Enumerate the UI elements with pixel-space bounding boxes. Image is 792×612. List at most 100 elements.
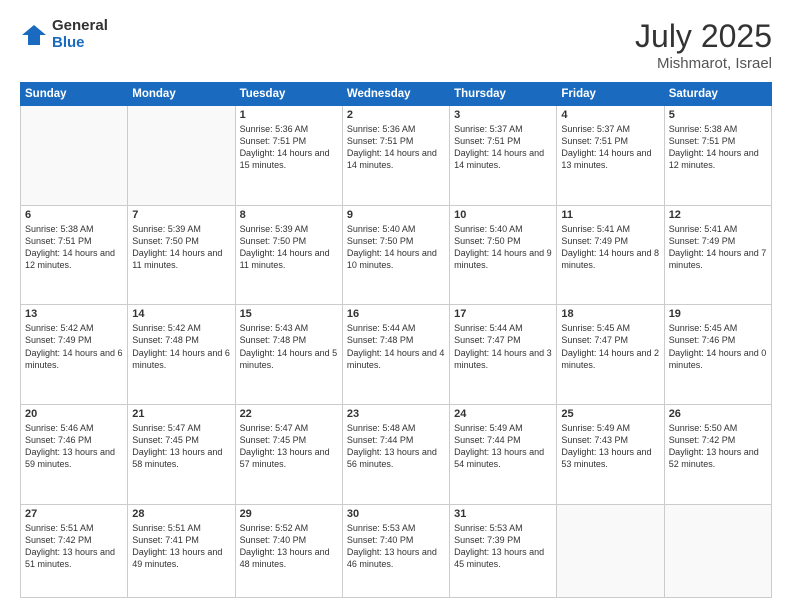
table-row: 12 Sunrise: 5:41 AM Sunset: 7:49 PM Dayli…: [664, 205, 771, 305]
table-row: 31Sunrise: 5:53 AM Sunset: 7:39 PM Dayli…: [450, 504, 557, 597]
day-number: 12: [669, 209, 767, 221]
table-row: [128, 106, 235, 206]
day-info: Sunrise: 5:46 AM Sunset: 7:46 PM Dayligh…: [25, 422, 123, 471]
table-row: 17Sunrise: 5:44 AM Sunset: 7:47 PM Dayli…: [450, 305, 557, 405]
logo: General Blue: [20, 18, 108, 51]
calendar-row: 13 Sunrise: 5:42 AM Sunset: 7:49 PM Dayli…: [21, 305, 772, 405]
table-row: [557, 504, 664, 597]
day-number: 18: [561, 308, 659, 320]
day-info: Sunrise: 5:49 AM Sunset: 7:44 PM Dayligh…: [454, 422, 552, 471]
table-row: 14 Sunrise: 5:42 AM Sunset: 7:48 PM Dayli…: [128, 305, 235, 405]
title-location: Mishmarot, Israel: [635, 55, 772, 72]
day-info: Sunrise: 5:53 AM Sunset: 7:40 PM Dayligh…: [347, 522, 445, 571]
table-row: 23Sunrise: 5:48 AM Sunset: 7:44 PM Dayli…: [342, 404, 449, 504]
table-row: 9 Sunrise: 5:40 AM Sunset: 7:50 PM Daylig…: [342, 205, 449, 305]
table-row: 26 Sunrise: 5:50 AM Sunset: 7:42 PM Dayli…: [664, 404, 771, 504]
day-info: Sunrise: 5:37 AM Sunset: 7:51 PM Dayligh…: [561, 123, 659, 172]
weekday-monday: Monday: [128, 83, 235, 106]
day-number: 16: [347, 308, 445, 320]
table-row: 19Sunrise: 5:45 AM Sunset: 7:46 PM Dayli…: [664, 305, 771, 405]
day-number: 19: [669, 308, 767, 320]
day-info: Sunrise: 5:36 AM Sunset: 7:51 PM Dayligh…: [240, 123, 338, 172]
day-number: 26: [669, 408, 767, 420]
day-info: Sunrise: 5:39 AM Sunset: 7:50 PM Dayligh…: [132, 223, 230, 272]
table-row: 7 Sunrise: 5:39 AM Sunset: 7:50 PM Daylig…: [128, 205, 235, 305]
day-number: 14: [132, 308, 230, 320]
day-info: Sunrise: 5:37 AM Sunset: 7:51 PM Dayligh…: [454, 123, 552, 172]
logo-blue-text: Blue: [52, 35, 108, 52]
day-info: Sunrise: 5:47 AM Sunset: 7:45 PM Dayligh…: [240, 422, 338, 471]
table-row: 16 Sunrise: 5:44 AM Sunset: 7:48 PM Dayli…: [342, 305, 449, 405]
day-number: 23: [347, 408, 445, 420]
day-info: Sunrise: 5:38 AM Sunset: 7:51 PM Dayligh…: [25, 223, 123, 272]
day-number: 1: [240, 109, 338, 121]
table-row: 10Sunrise: 5:40 AM Sunset: 7:50 PM Dayli…: [450, 205, 557, 305]
day-number: 6: [25, 209, 123, 221]
table-row: 13 Sunrise: 5:42 AM Sunset: 7:49 PM Dayli…: [21, 305, 128, 405]
table-row: [21, 106, 128, 206]
header: General Blue July 2025 Mishmarot, Israel: [20, 18, 772, 72]
table-row: 5 Sunrise: 5:38 AM Sunset: 7:51 PM Daylig…: [664, 106, 771, 206]
calendar-row: 6 Sunrise: 5:38 AM Sunset: 7:51 PM Daylig…: [21, 205, 772, 305]
day-number: 11: [561, 209, 659, 221]
day-number: 3: [454, 109, 552, 121]
table-row: 11 Sunrise: 5:41 AM Sunset: 7:49 PM Dayli…: [557, 205, 664, 305]
table-row: 4 Sunrise: 5:37 AM Sunset: 7:51 PM Daylig…: [557, 106, 664, 206]
day-number: 8: [240, 209, 338, 221]
day-info: Sunrise: 5:41 AM Sunset: 7:49 PM Dayligh…: [561, 223, 659, 272]
day-number: 31: [454, 508, 552, 520]
day-number: 24: [454, 408, 552, 420]
table-row: 8 Sunrise: 5:39 AM Sunset: 7:50 PM Daylig…: [235, 205, 342, 305]
day-info: Sunrise: 5:38 AM Sunset: 7:51 PM Dayligh…: [669, 123, 767, 172]
day-number: 20: [25, 408, 123, 420]
table-row: 25 Sunrise: 5:49 AM Sunset: 7:43 PM Dayli…: [557, 404, 664, 504]
table-row: 3 Sunrise: 5:37 AM Sunset: 7:51 PM Daylig…: [450, 106, 557, 206]
calendar-table: Sunday Monday Tuesday Wednesday Thursday…: [20, 82, 772, 598]
day-info: Sunrise: 5:40 AM Sunset: 7:50 PM Dayligh…: [347, 223, 445, 272]
day-number: 27: [25, 508, 123, 520]
day-info: Sunrise: 5:36 AM Sunset: 7:51 PM Dayligh…: [347, 123, 445, 172]
table-row: 20 Sunrise: 5:46 AM Sunset: 7:46 PM Dayli…: [21, 404, 128, 504]
day-number: 21: [132, 408, 230, 420]
table-row: 15Sunrise: 5:43 AM Sunset: 7:48 PM Dayli…: [235, 305, 342, 405]
day-number: 22: [240, 408, 338, 420]
table-row: 6 Sunrise: 5:38 AM Sunset: 7:51 PM Daylig…: [21, 205, 128, 305]
day-info: Sunrise: 5:39 AM Sunset: 7:50 PM Dayligh…: [240, 223, 338, 272]
title-month: July 2025: [635, 18, 772, 55]
table-row: 29Sunrise: 5:52 AM Sunset: 7:40 PM Dayli…: [235, 504, 342, 597]
table-row: 28Sunrise: 5:51 AM Sunset: 7:41 PM Dayli…: [128, 504, 235, 597]
day-number: 9: [347, 209, 445, 221]
day-info: Sunrise: 5:50 AM Sunset: 7:42 PM Dayligh…: [669, 422, 767, 471]
day-number: 13: [25, 308, 123, 320]
day-number: 4: [561, 109, 659, 121]
day-number: 5: [669, 109, 767, 121]
day-number: 29: [240, 508, 338, 520]
day-info: Sunrise: 5:45 AM Sunset: 7:47 PM Dayligh…: [561, 322, 659, 371]
day-info: Sunrise: 5:44 AM Sunset: 7:48 PM Dayligh…: [347, 322, 445, 371]
day-info: Sunrise: 5:43 AM Sunset: 7:48 PM Dayligh…: [240, 322, 338, 371]
day-number: 25: [561, 408, 659, 420]
weekday-saturday: Saturday: [664, 83, 771, 106]
day-info: Sunrise: 5:42 AM Sunset: 7:49 PM Dayligh…: [25, 322, 123, 371]
calendar-header-row: Sunday Monday Tuesday Wednesday Thursday…: [21, 83, 772, 106]
day-number: 28: [132, 508, 230, 520]
calendar-row: 20 Sunrise: 5:46 AM Sunset: 7:46 PM Dayli…: [21, 404, 772, 504]
title-block: July 2025 Mishmarot, Israel: [635, 18, 772, 72]
logo-icon: [20, 21, 48, 49]
day-number: 10: [454, 209, 552, 221]
weekday-thursday: Thursday: [450, 83, 557, 106]
table-row: 24 Sunrise: 5:49 AM Sunset: 7:44 PM Dayli…: [450, 404, 557, 504]
day-info: Sunrise: 5:47 AM Sunset: 7:45 PM Dayligh…: [132, 422, 230, 471]
day-info: Sunrise: 5:42 AM Sunset: 7:48 PM Dayligh…: [132, 322, 230, 371]
table-row: 18 Sunrise: 5:45 AM Sunset: 7:47 PM Dayli…: [557, 305, 664, 405]
day-number: 2: [347, 109, 445, 121]
logo-general-text: General: [52, 18, 108, 35]
calendar-row: 1 Sunrise: 5:36 AM Sunset: 7:51 PM Daylig…: [21, 106, 772, 206]
table-row: 27Sunrise: 5:51 AM Sunset: 7:42 PM Dayli…: [21, 504, 128, 597]
table-row: 2 Sunrise: 5:36 AM Sunset: 7:51 PM Daylig…: [342, 106, 449, 206]
day-number: 17: [454, 308, 552, 320]
table-row: 21 Sunrise: 5:47 AM Sunset: 7:45 PM Dayli…: [128, 404, 235, 504]
day-info: Sunrise: 5:49 AM Sunset: 7:43 PM Dayligh…: [561, 422, 659, 471]
day-info: Sunrise: 5:41 AM Sunset: 7:49 PM Dayligh…: [669, 223, 767, 272]
day-number: 7: [132, 209, 230, 221]
